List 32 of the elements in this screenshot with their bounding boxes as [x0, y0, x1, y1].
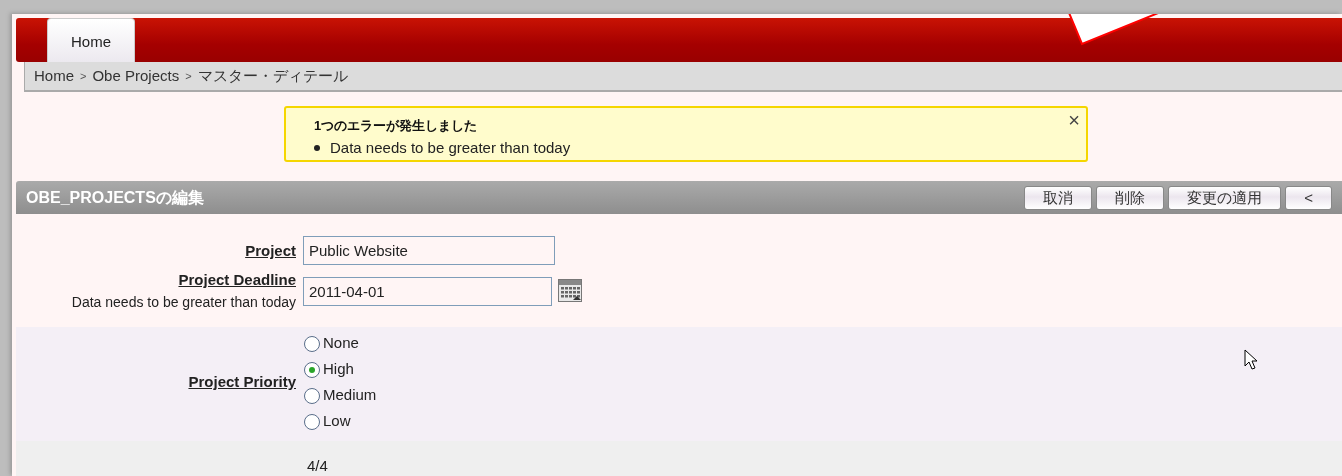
- region-title: OBE_PROJECTSの編集: [26, 187, 204, 208]
- radio-button[interactable]: [303, 412, 321, 431]
- breadcrumb-link[interactable]: Obe Projects: [92, 64, 180, 88]
- home-tab[interactable]: Home: [47, 18, 135, 62]
- region-button[interactable]: 取消: [1024, 185, 1093, 210]
- cursor-icon: [1244, 349, 1258, 371]
- radio-button[interactable]: [303, 386, 321, 405]
- date-field[interactable]: 2011-04-01: [303, 277, 552, 306]
- text-field[interactable]: Public Website: [303, 236, 555, 265]
- error-title: 1つのエラーが発生しました: [314, 117, 478, 135]
- field-label: Project Deadline: [178, 270, 296, 290]
- close-button[interactable]: ×: [1068, 108, 1080, 132]
- calendar-icon[interactable]: [558, 279, 582, 302]
- radio-label: Medium: [323, 385, 377, 406]
- region-button[interactable]: <: [1285, 185, 1332, 210]
- breadcrumb-separator: >: [185, 68, 192, 84]
- pagination-text: 4/4: [307, 456, 328, 474]
- breadcrumb-link[interactable]: Home: [34, 64, 74, 88]
- breadcrumb-current: マスター・ディテール: [197, 65, 348, 86]
- bullet-icon: [314, 144, 320, 151]
- radio-button[interactable]: [303, 360, 321, 379]
- region-button[interactable]: 変更の適用: [1168, 185, 1282, 210]
- error-text: Data needs to be greater than today: [330, 137, 571, 158]
- radio-label: Low: [323, 411, 351, 432]
- radio-button[interactable]: [303, 334, 321, 353]
- breadcrumb-separator: >: [80, 68, 87, 84]
- field-label: Project Priority: [188, 373, 296, 391]
- radio-label: High: [323, 359, 354, 380]
- region-button[interactable]: 削除: [1096, 185, 1165, 210]
- field-label: Project: [245, 241, 296, 261]
- field-error-text: Data needs to be greater than today: [71, 292, 296, 312]
- radio-label: None: [323, 333, 359, 354]
